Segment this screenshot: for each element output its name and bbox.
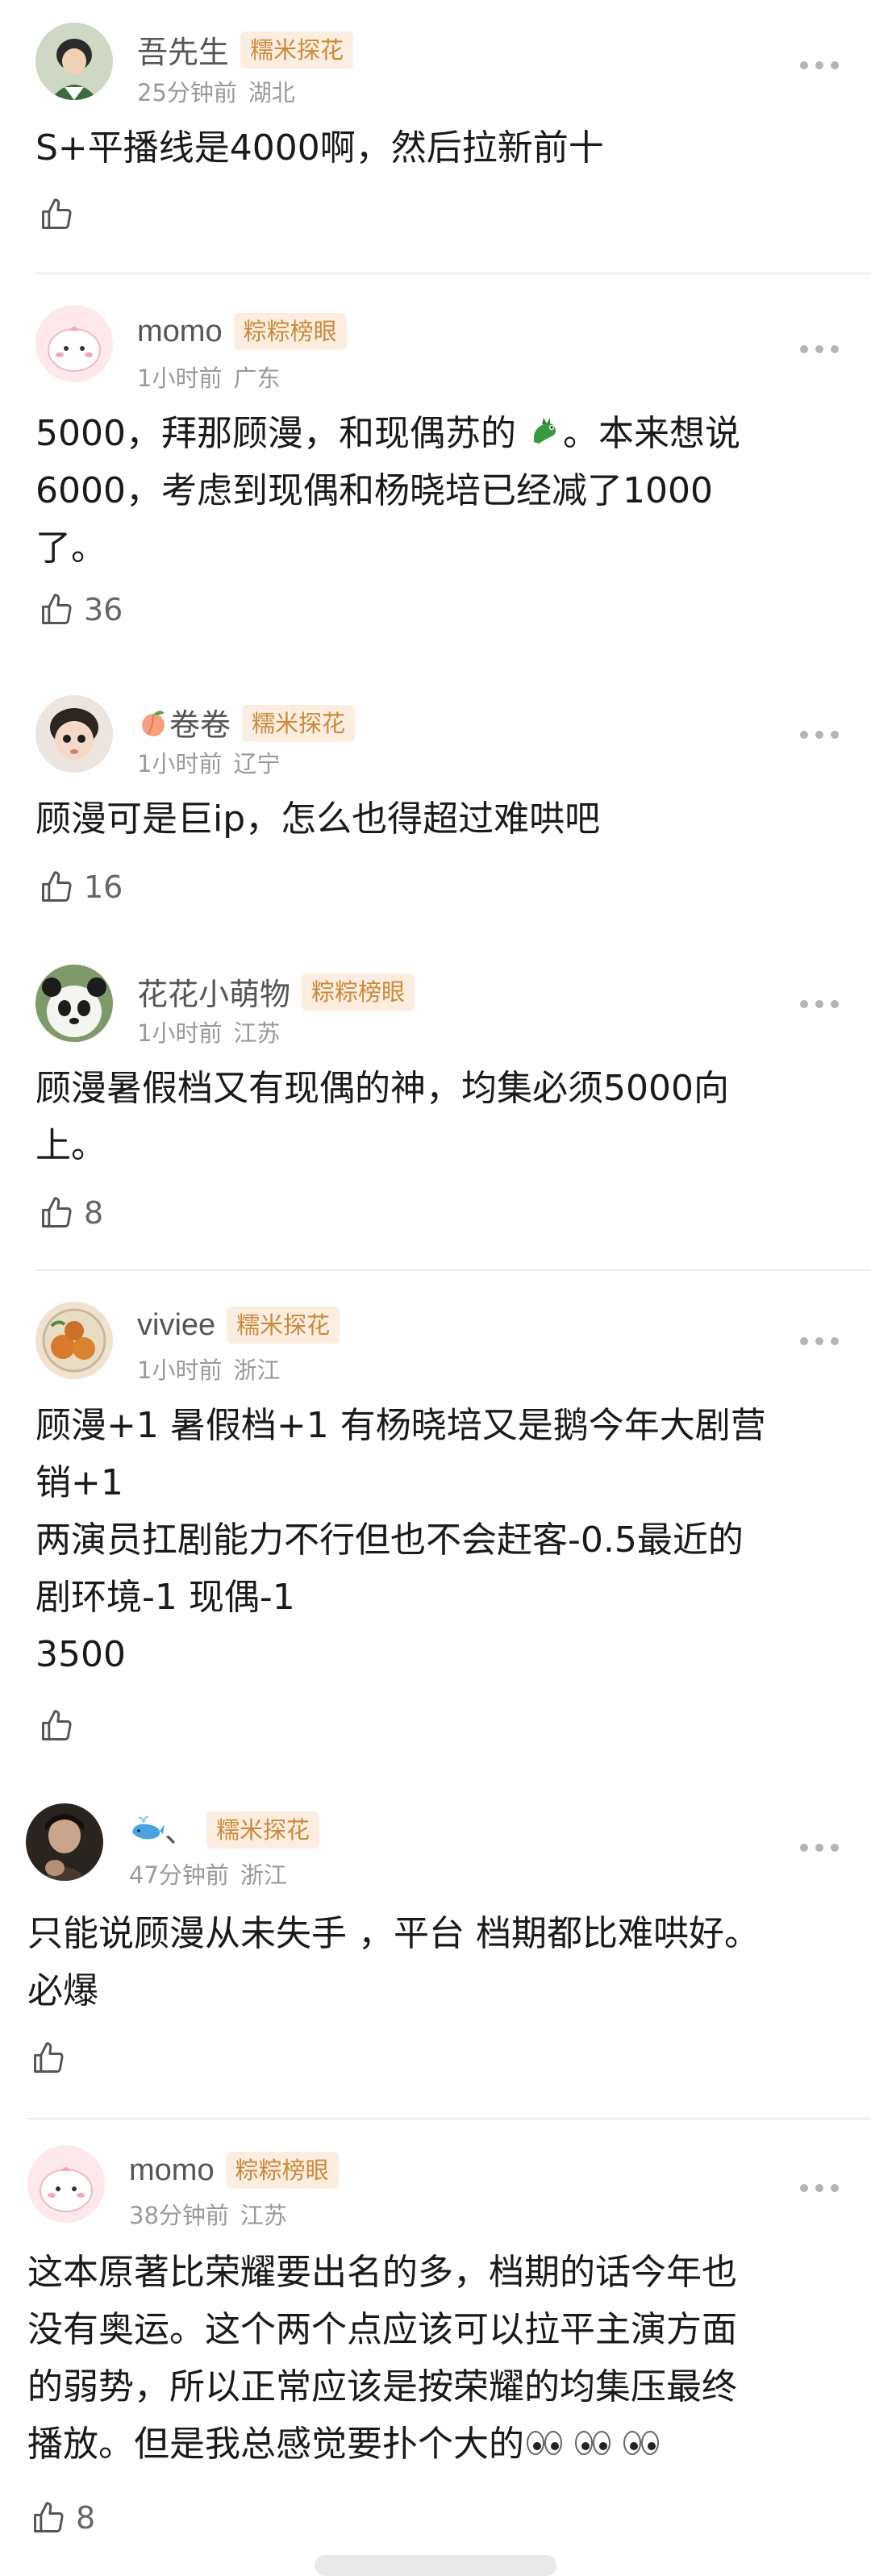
thumbs-up-icon [34, 2502, 64, 2532]
avatar[interactable] [35, 695, 113, 773]
timestamp: 1小时前 [137, 365, 223, 392]
comment-meta: 38分钟前 江苏 [129, 2197, 287, 2231]
thumbs-up-icon [42, 198, 72, 229]
username[interactable]: 卷卷 [137, 700, 231, 747]
username[interactable]: viviee [137, 1308, 215, 1343]
username[interactable]: 吾先生 [137, 27, 229, 72]
comment-text: 只能说顾漫从未失手 ，平台 档期都比难哄好。 必爆 [27, 1913, 760, 2011]
comment-meta: 1小时前 浙江 [137, 1352, 280, 1386]
comment-text: 顾漫可是巨ip，怎么也得超过难哄吧 [35, 798, 601, 840]
divider [35, 1269, 871, 1271]
more-options-icon[interactable] [800, 1842, 839, 1853]
divider [35, 273, 871, 274]
thumbs-up-icon [42, 1197, 72, 1228]
peach-emoji-icon [137, 707, 169, 747]
like-count: 8 [76, 2500, 96, 2536]
avatar[interactable] [35, 965, 113, 1042]
like-button[interactable] [31, 2040, 76, 2076]
timestamp: 1小时前 [137, 1019, 223, 1047]
comment-text: 5000，拜那顾漫，和现偶苏的 。本来想说 6000，考虑到现偶和杨晓培已经减了… [35, 405, 740, 577]
timestamp: 38分钟前 [129, 2202, 229, 2229]
location: 湖北 [248, 79, 295, 106]
location: 浙江 [233, 1357, 281, 1384]
user-badge: 粽粽榜眼 [302, 973, 415, 1011]
home-indicator [315, 2555, 556, 2576]
comment-text: 顾漫暑假档又有现偶的神，均集必须5000向 上。 [35, 1068, 729, 1166]
divider [27, 2118, 871, 2120]
username[interactable]: momo [137, 315, 223, 349]
location: 江苏 [233, 1019, 281, 1047]
avatar[interactable] [35, 23, 113, 100]
comment-meta: 1小时前 广东 [137, 360, 280, 394]
timestamp: 1小时前 [137, 1357, 223, 1384]
location: 辽宁 [233, 750, 281, 777]
more-options-icon[interactable] [800, 344, 839, 355]
avatar[interactable] [35, 1302, 113, 1379]
user-badge: 粽粽榜眼 [233, 313, 347, 350]
like-button[interactable]: 8 [31, 2500, 95, 2536]
location: 广东 [233, 365, 281, 392]
user-badge: 粽粽榜眼 [225, 2152, 339, 2189]
avatar[interactable] [35, 305, 113, 382]
more-options-icon[interactable] [800, 2182, 839, 2194]
thumbs-up-icon [42, 1710, 72, 1740]
username[interactable]: momo [129, 2153, 215, 2188]
like-button[interactable]: 8 [39, 1195, 103, 1231]
dragon-emoji-icon [527, 408, 563, 465]
timestamp: 25分钟前 [137, 79, 237, 106]
location: 浙江 [240, 1861, 287, 1889]
comment-text: S+平播线是4000啊，然后拉新前十 [35, 127, 604, 169]
eyes-emoji-icon [524, 2419, 669, 2476]
like-count: 36 [84, 592, 123, 627]
like-button[interactable] [39, 197, 84, 232]
comment-meta: 25分钟前 湖北 [137, 74, 295, 108]
like-count: 8 [84, 1195, 104, 1231]
user-badge: 糯米探花 [242, 705, 356, 742]
user-badge: 糯米探花 [240, 31, 354, 69]
like-button[interactable] [39, 1708, 84, 1744]
more-options-icon[interactable] [800, 60, 839, 71]
comment-text: 这本原著比荣耀要出名的多，档期的话今年也 没有奥运。这个两个点应该可以拉平主演方… [27, 2244, 737, 2473]
user-badge: 糯米探花 [206, 1811, 320, 1849]
comment-text: 顾漫+1 暑假档+1 有杨晓培又是鹅今年大剧营 销+1 两演员扛剧能力不行但也不… [35, 1405, 766, 1675]
timestamp: 47分钟前 [129, 1861, 229, 1889]
thumbs-up-icon [34, 2042, 64, 2073]
like-button[interactable]: 36 [39, 592, 123, 627]
more-options-icon[interactable] [800, 1336, 839, 1347]
location: 江苏 [240, 2202, 287, 2229]
avatar[interactable] [27, 2145, 105, 2223]
whale-emoji-icon [129, 1813, 165, 1853]
comment-meta: 1小时前 江苏 [137, 1015, 280, 1048]
username[interactable]: 花花小萌物 [137, 969, 290, 1014]
username[interactable]: 、 [129, 1807, 195, 1853]
thumbs-up-icon [42, 871, 72, 902]
like-button[interactable]: 16 [39, 869, 123, 905]
comment-meta: 47分钟前 浙江 [129, 1857, 287, 1890]
like-count: 16 [84, 869, 123, 905]
avatar[interactable] [26, 1803, 103, 1881]
user-badge: 糯米探花 [227, 1307, 340, 1344]
thumbs-up-icon [42, 594, 72, 624]
more-options-icon[interactable] [800, 998, 839, 1010]
comment-meta: 1小时前 辽宁 [137, 745, 280, 779]
timestamp: 1小时前 [137, 750, 223, 777]
more-options-icon[interactable] [800, 729, 839, 740]
